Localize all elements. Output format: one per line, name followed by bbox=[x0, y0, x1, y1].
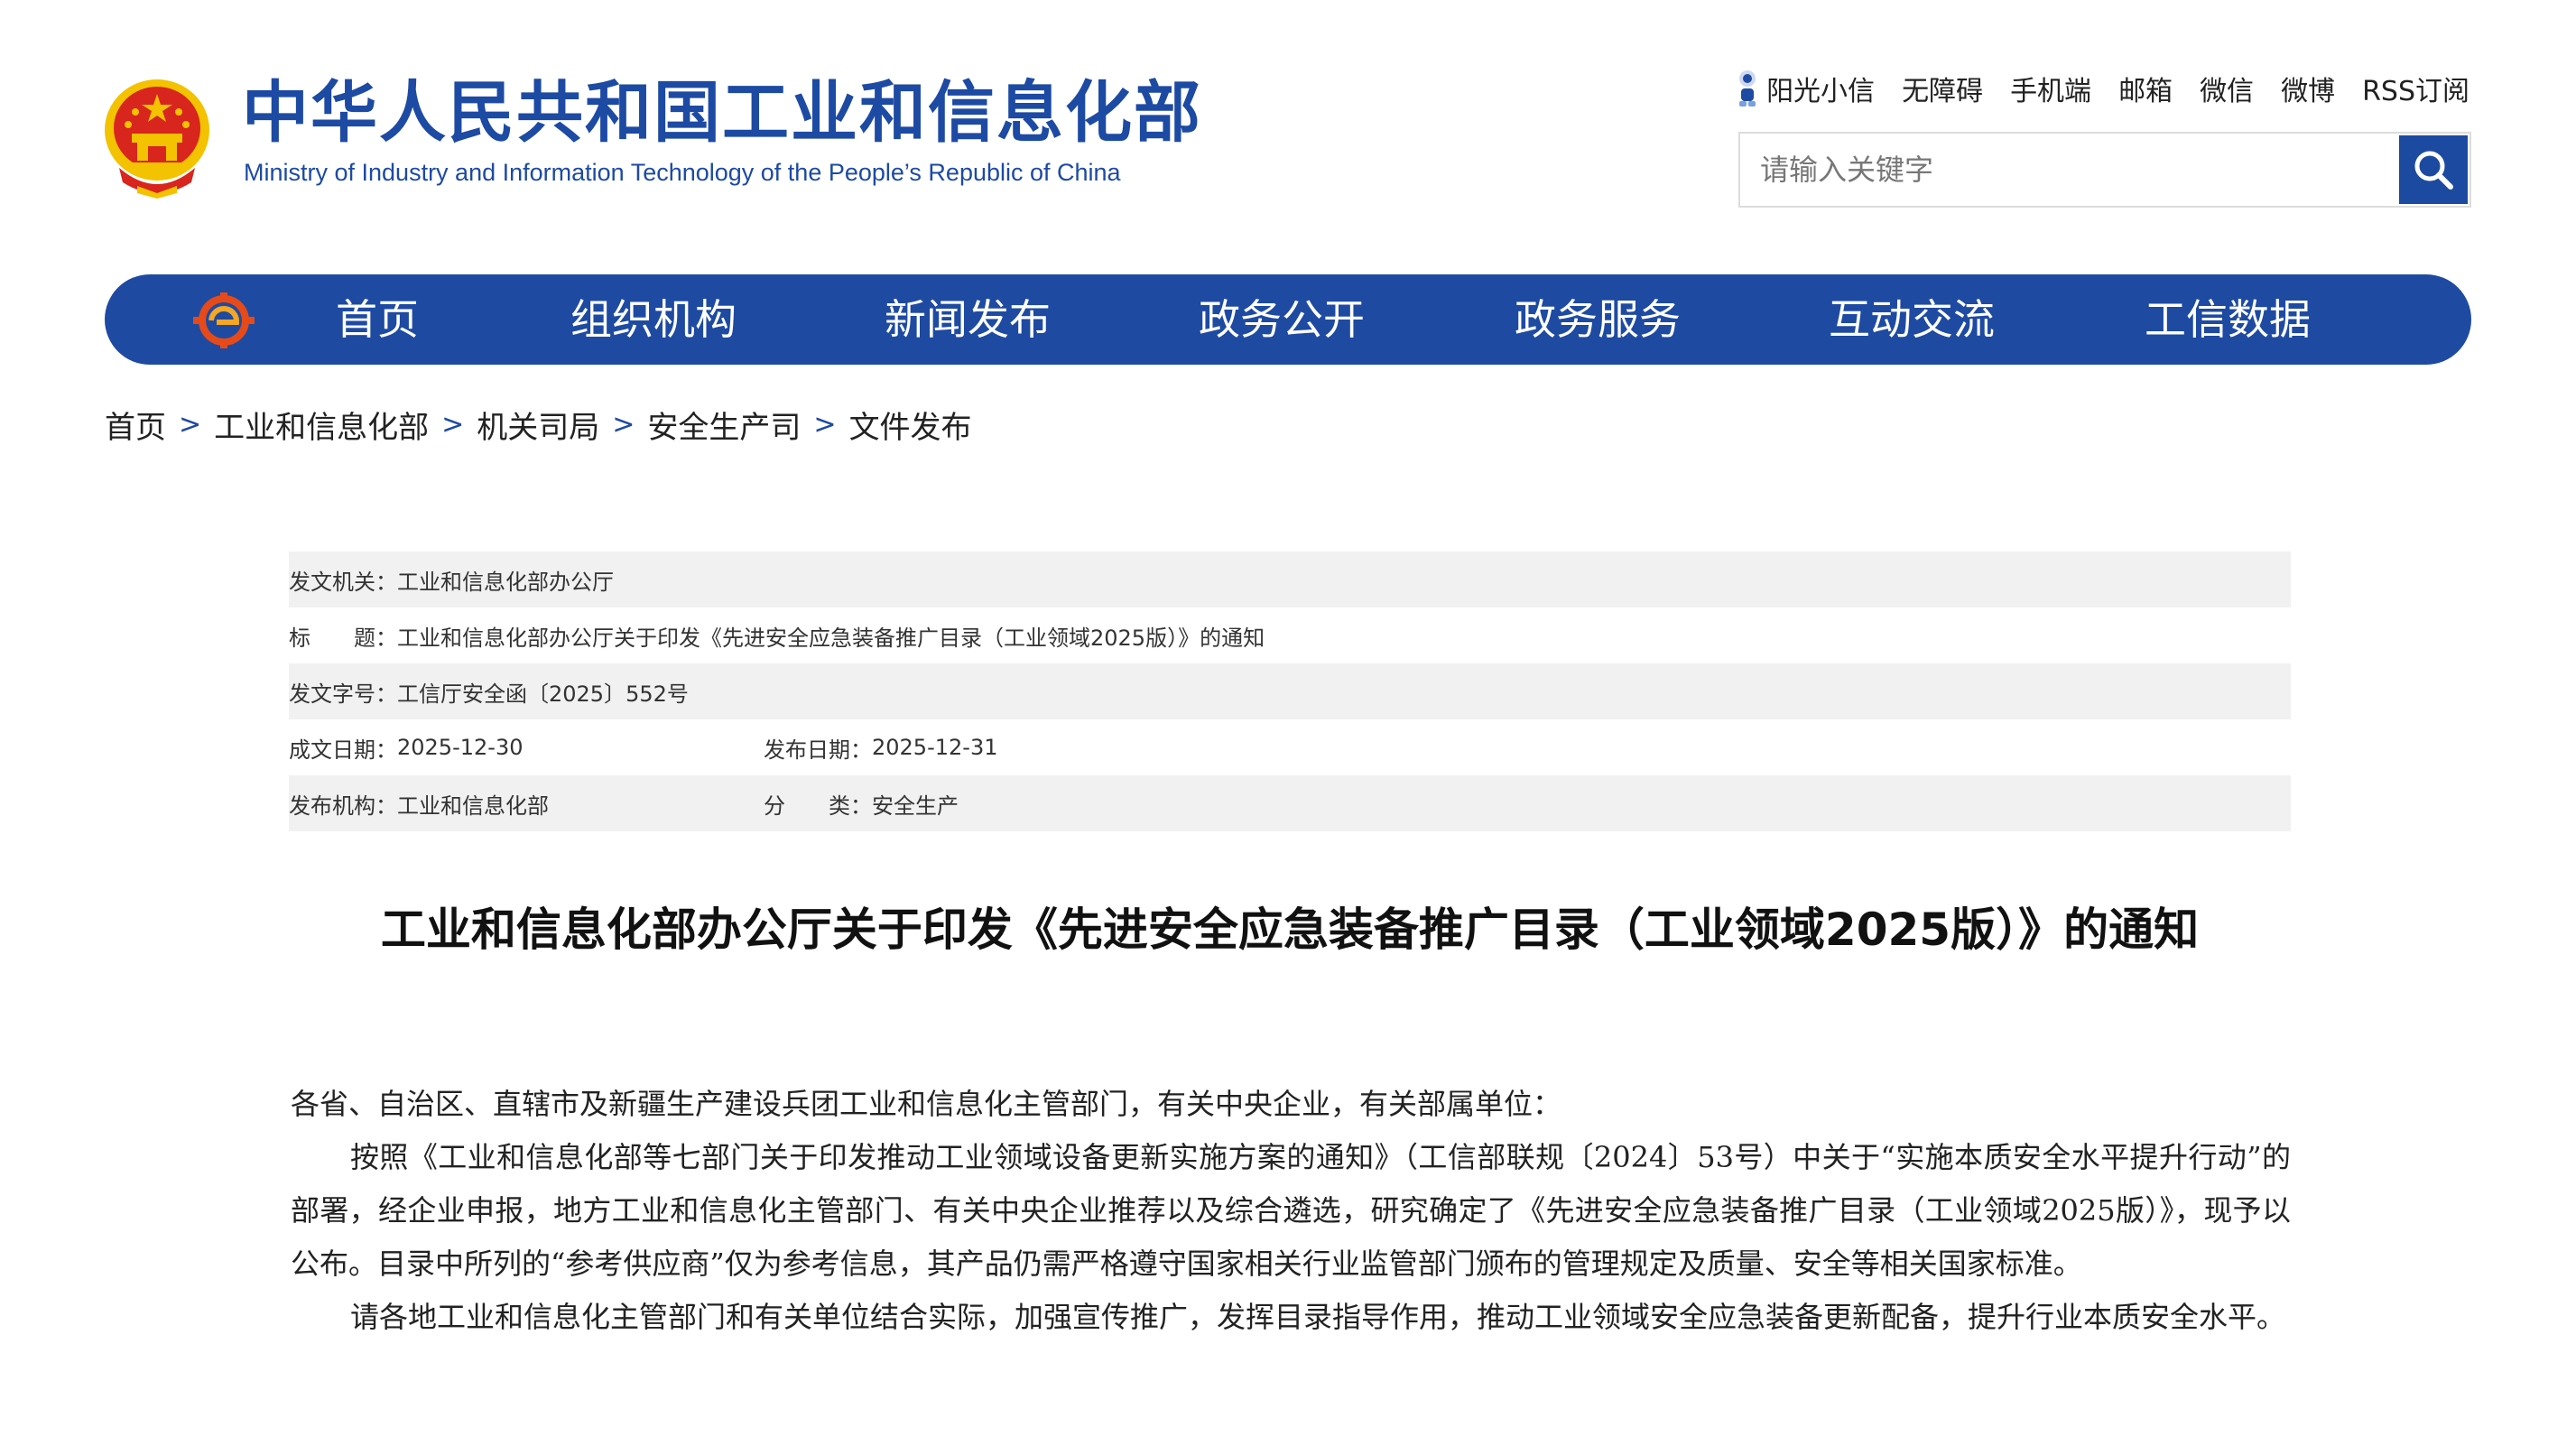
meta-publish-date-label: 发布日期： bbox=[764, 737, 872, 763]
search-button[interactable] bbox=[2399, 135, 2468, 204]
breadcrumb-home[interactable]: 首页 bbox=[105, 403, 166, 447]
meta-row-dates: 成文日期： 2025-12-30 发布日期： 2025-12-31 bbox=[289, 719, 2291, 775]
article-paragraph-1: 按照《工业和信息化部等七部门关于印发推动工业领域设备更新实施方案的通知》（工信部… bbox=[291, 1140, 2291, 1281]
nav-data[interactable]: 工信数据 bbox=[2145, 274, 2311, 365]
meta-issuer-label: 发文机关： bbox=[289, 569, 397, 595]
article-title: 工业和信息化部办公厅关于印发《先进安全应急装备推广目录（工业领域2025版）》的… bbox=[380, 904, 2200, 956]
meta-publisher-label: 发布机构： bbox=[289, 793, 397, 819]
search-box bbox=[1738, 132, 2471, 208]
robot-mascot-icon bbox=[1739, 70, 1756, 107]
meta-written-date-label: 成文日期： bbox=[289, 737, 397, 763]
meta-row-issuer: 发文机关： 工业和信息化部办公厅 bbox=[289, 552, 2291, 607]
top-link-weibo[interactable]: 微博 bbox=[2281, 69, 2335, 108]
top-link-accessibility[interactable]: 无障碍 bbox=[1902, 69, 1983, 108]
meta-row-title: 标 题： 工业和信息化部办公厅关于印发《先进安全应急装备推广目录（工业领域202… bbox=[289, 607, 2291, 663]
nav-news[interactable]: 新闻发布 bbox=[885, 274, 1051, 365]
search-icon bbox=[2414, 151, 2453, 190]
meta-publisher-cell: 发布机构： 工业和信息化部 bbox=[289, 788, 764, 820]
top-link-mail[interactable]: 邮箱 bbox=[2118, 69, 2173, 108]
article-salutation: 各省、自治区、直辖市及新疆生产建设兵团工业和信息化主管部门，有关中央企业，有关部… bbox=[291, 1087, 1562, 1121]
article-paragraph-2: 请各地工业和信息化主管部门和有关单位结合实际，加强宣传推广，发挥目录指导作用，推… bbox=[350, 1300, 2286, 1334]
meta-category-cell: 分 类： 安全生产 bbox=[764, 788, 959, 820]
breadcrumb-departments[interactable]: 机关司局 bbox=[477, 403, 599, 447]
site-title[interactable]: 中华人民共和国工业和信息化部 bbox=[242, 79, 1202, 146]
nav-government-affairs[interactable]: 政务公开 bbox=[1199, 274, 1365, 365]
miit-logo-icon[interactable] bbox=[193, 292, 255, 348]
top-link-rss[interactable]: RSS订阅 bbox=[2362, 69, 2469, 108]
nav-government-services[interactable]: 政务服务 bbox=[1515, 274, 1681, 365]
top-link-sunlight[interactable]: 阳光小信 bbox=[1736, 69, 1875, 108]
breadcrumb-separator: > bbox=[612, 409, 635, 440]
top-link-mobile[interactable]: 手机端 bbox=[2010, 69, 2091, 108]
nav-organization[interactable]: 组织机构 bbox=[570, 274, 737, 365]
main-nav: 首页 组织机构 新闻发布 政务公开 政务服务 互动交流 工信数据 bbox=[105, 274, 2471, 365]
meta-title: 工业和信息化部办公厅关于印发《先进安全应急装备推广目录（工业领域2025版）》的… bbox=[397, 625, 1265, 651]
breadcrumb-safety-dept[interactable]: 安全生产司 bbox=[647, 403, 801, 447]
meta-publisher: 工业和信息化部 bbox=[397, 793, 549, 819]
top-links: 阳光小信 无障碍 手机端 邮箱 微信 微博 RSS订阅 bbox=[1736, 69, 2469, 108]
meta-issuer: 工业和信息化部办公厅 bbox=[397, 569, 614, 595]
nav-interaction[interactable]: 互动交流 bbox=[1829, 274, 1995, 365]
nav-home[interactable]: 首页 bbox=[336, 274, 419, 365]
breadcrumb-separator: > bbox=[179, 409, 202, 440]
breadcrumb: 首页 > 工业和信息化部 > 机关司局 > 安全生产司 > 文件发布 bbox=[105, 403, 972, 447]
meta-written-date-cell: 成文日期： 2025-12-30 bbox=[289, 732, 764, 764]
meta-category: 安全生产 bbox=[872, 793, 959, 819]
breadcrumb-separator: > bbox=[441, 409, 465, 440]
meta-publish-date: 2025-12-31 bbox=[872, 735, 998, 760]
search-input[interactable] bbox=[1740, 134, 2392, 206]
meta-written-date: 2025-12-30 bbox=[397, 735, 524, 760]
meta-row-publisher: 发布机构： 工业和信息化部 分 类： 安全生产 bbox=[289, 775, 2291, 831]
national-emblem-icon bbox=[105, 79, 209, 199]
article-body: 各省、自治区、直辖市及新疆生产建设兵团工业和信息化主管部门，有关中央企业，有关部… bbox=[291, 1078, 2291, 1344]
meta-publish-date-cell: 发布日期： 2025-12-31 bbox=[764, 732, 997, 764]
top-link-wechat[interactable]: 微信 bbox=[2200, 69, 2254, 108]
meta-doc-no-label: 发文字号： bbox=[289, 681, 397, 707]
meta-doc-no: 工信厅安全函〔2025〕552号 bbox=[397, 681, 689, 707]
meta-row-doc-no: 发文字号： 工信厅安全函〔2025〕552号 bbox=[289, 663, 2291, 719]
meta-category-label: 分 类： bbox=[764, 793, 872, 819]
breadcrumb-miit[interactable]: 工业和信息化部 bbox=[214, 403, 429, 447]
meta-title-label: 标 题： bbox=[289, 625, 397, 651]
breadcrumb-documents[interactable]: 文件发布 bbox=[849, 403, 972, 447]
top-link-sunlight-label[interactable]: 阳光小信 bbox=[1766, 69, 1875, 108]
document-meta-table: 发文机关： 工业和信息化部办公厅 标 题： 工业和信息化部办公厅关于印发《先进安… bbox=[289, 552, 2291, 831]
breadcrumb-separator: > bbox=[813, 409, 837, 440]
site-subtitle: Ministry of Industry and Information Tec… bbox=[244, 159, 1121, 186]
